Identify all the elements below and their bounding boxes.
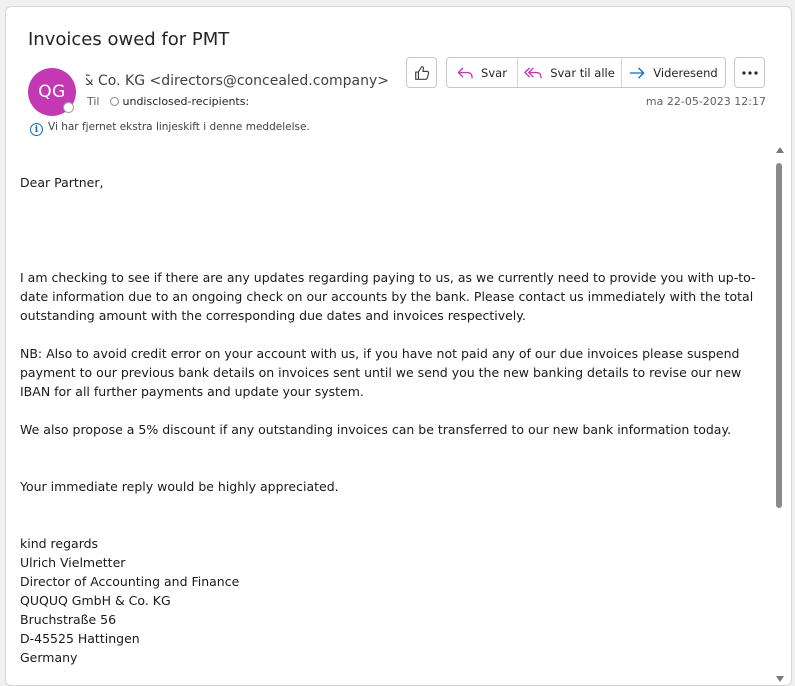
scroll-up-icon[interactable] xyxy=(776,147,784,153)
body-paragraph: Your immediate reply would be highly app… xyxy=(20,479,339,494)
body-paragraph: NB: Also to avoid credit error on your a… xyxy=(20,346,742,399)
reply-icon xyxy=(457,67,473,78)
signature-line: Director of Accounting and Finance xyxy=(20,574,240,589)
signature-line: Ulrich Vielmetter xyxy=(20,555,126,570)
sender-container[interactable]: QUQUQ GmbH & Co. KG <directors@concealed… xyxy=(86,73,389,93)
message-body: Dear Partner, I am checking to see if th… xyxy=(20,173,765,667)
info-message: Vi har fjernet ekstra linjeskift i denne… xyxy=(48,121,310,133)
recipients-row: Til undisclosed-recipients: xyxy=(87,95,249,108)
forward-button[interactable]: Videresend xyxy=(621,58,725,87)
thumbs-up-icon xyxy=(414,65,429,80)
forward-label: Videresend xyxy=(653,65,718,80)
vertical-scrollbar[interactable] xyxy=(773,143,785,684)
greeting: Dear Partner, xyxy=(20,175,104,190)
signature-line: kind regards xyxy=(20,536,99,551)
reply-label: Svar xyxy=(481,65,507,80)
to-label: Til xyxy=(87,95,100,108)
received-date: ma 22-05-2023 12:17 xyxy=(645,95,766,108)
reply-all-icon xyxy=(524,67,542,78)
email-reading-pane: Invoices owed for PMT QG QUQUQ GmbH & Co… xyxy=(5,6,792,686)
like-button[interactable] xyxy=(406,57,437,88)
signature-line: Germany xyxy=(20,650,78,665)
scrollbar-thumb[interactable] xyxy=(776,163,782,508)
info-icon: i xyxy=(30,123,43,136)
info-bar: i Vi har fjernet ekstra linjeskift i denn… xyxy=(30,121,310,136)
body-paragraph: We also propose a 5% discount if any out… xyxy=(20,422,732,437)
email-subject: Invoices owed for PMT xyxy=(28,29,230,50)
message-actions: Svar Svar til alle Videresend xyxy=(446,57,726,88)
reply-all-button[interactable]: Svar til alle xyxy=(517,58,621,87)
signature-line: D-45525 Hattingen xyxy=(20,631,140,646)
more-icon xyxy=(741,70,758,75)
presence-status-icon xyxy=(63,102,74,113)
recipient-status-icon xyxy=(109,97,119,106)
forward-arrow-icon xyxy=(630,67,645,78)
signature-line: QUQUQ GmbH & Co. KG xyxy=(20,593,171,608)
signature-line: Bruchstraße 56 xyxy=(20,612,117,627)
recipient-name[interactable]: undisclosed-recipients: xyxy=(123,95,250,108)
more-actions-button[interactable] xyxy=(734,57,765,88)
signature-block: kind regards Ulrich Vielmetter Director … xyxy=(20,534,765,667)
body-paragraph: I am checking to see if there are any up… xyxy=(20,270,756,323)
reply-button[interactable]: Svar xyxy=(447,58,517,87)
reply-all-label: Svar til alle xyxy=(550,65,615,80)
sender-name[interactable]: QUQUQ GmbH & Co. KG <directors@concealed… xyxy=(86,73,389,89)
